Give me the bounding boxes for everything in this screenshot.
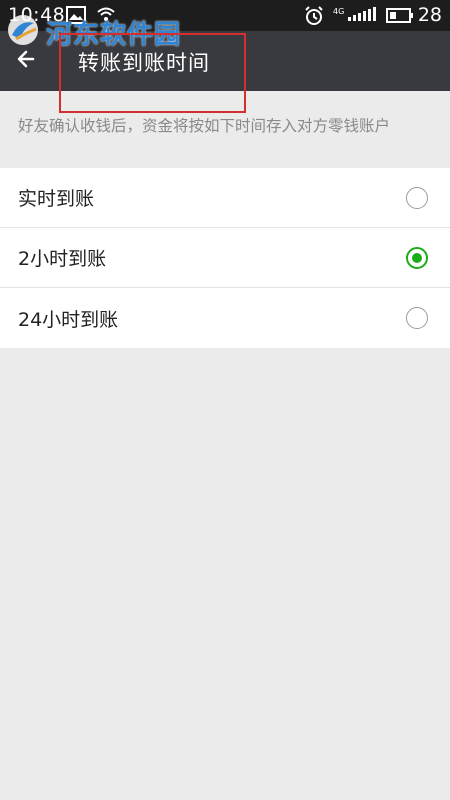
- watermark-emblem-icon: [6, 13, 40, 51]
- option-label: 2小时到账: [18, 248, 107, 270]
- description-text: 好友确认收钱后，资金将按如下时间存入对方零钱账户: [18, 117, 391, 135]
- option-realtime[interactable]: 实时到账: [0, 168, 450, 228]
- option-label: 实时到账: [18, 188, 95, 210]
- option-2-hours[interactable]: 2小时到账: [0, 228, 450, 288]
- signal-type-label: 4G: [333, 7, 345, 16]
- option-24-hours[interactable]: 24小时到账: [0, 288, 450, 348]
- battery-level: 28: [417, 4, 442, 26]
- battery-icon: [386, 8, 414, 27]
- highlight-box: [59, 33, 246, 113]
- back-arrow-icon: [17, 50, 35, 72]
- arrival-time-options: 实时到账 2小时到账 24小时到账: [0, 168, 450, 348]
- option-label: 24小时到账: [18, 308, 119, 331]
- radio-button[interactable]: [406, 187, 428, 209]
- radio-button-selected[interactable]: [406, 247, 428, 269]
- alarm-icon: [304, 6, 324, 30]
- radio-button[interactable]: [406, 307, 428, 329]
